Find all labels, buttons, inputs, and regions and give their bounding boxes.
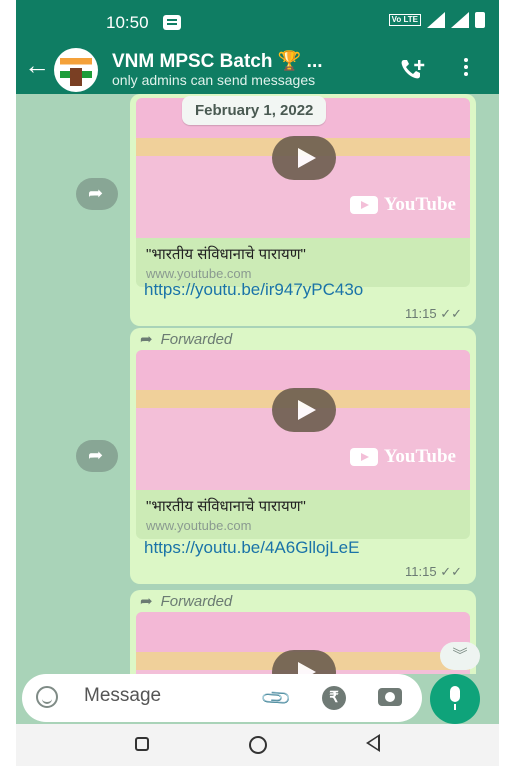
recents-icon[interactable]: [135, 737, 149, 751]
signal-icon: [427, 12, 445, 28]
play-icon[interactable]: [272, 388, 336, 432]
mic-button[interactable]: [430, 674, 480, 724]
battery-icon: [475, 12, 485, 28]
play-icon[interactable]: [272, 650, 336, 674]
group-subtitle: only admins can send messages: [112, 72, 316, 88]
emoji-icon[interactable]: [36, 686, 58, 708]
message-time: 11:15 ✓✓: [405, 306, 462, 321]
preview-title: "भारतीय संविधानाचे पारायण": [146, 246, 306, 263]
video-thumbnail[interactable]: YouTube: [136, 350, 470, 490]
chat-area[interactable]: YouTube "भारतीय संविधानाचे पारायण" www.y…: [16, 94, 499, 674]
preview-site: www.youtube.com: [146, 518, 252, 533]
volte-icon: Vo LTE: [388, 14, 421, 26]
video-thumbnail[interactable]: [136, 612, 470, 674]
youtube-logo-icon: YouTube: [349, 194, 456, 216]
attach-icon[interactable]: 📎: [259, 681, 294, 716]
emblem-icon: [70, 68, 82, 86]
message-link[interactable]: https://youtu.be/ir947yPC43o: [144, 280, 363, 300]
status-bar: 10:50 Vo LTE: [16, 0, 499, 44]
link-preview[interactable]: YouTube "भारतीय संविधानाचे पारायण" www.y…: [136, 350, 470, 539]
nav-back-icon[interactable]: [366, 734, 380, 752]
camera-icon[interactable]: [378, 688, 402, 706]
whatsapp-screen: 10:50 Vo LTE ← VNM MPSC Batch 🏆 ... only…: [16, 0, 499, 766]
signal-icon-2: [451, 12, 469, 28]
message-time: 11:15 ✓✓: [405, 564, 462, 579]
home-icon[interactable]: [249, 736, 267, 754]
forwarded-label: ➦ Forwarded: [140, 331, 233, 348]
link-preview[interactable]: YouTube "भारतीय संविधानाचे पारायण" www.y…: [136, 98, 470, 287]
chat-header: ← VNM MPSC Batch 🏆 ... only admins can s…: [16, 44, 499, 94]
group-avatar[interactable]: [54, 48, 98, 92]
message-link[interactable]: https://youtu.be/4A6GllojLeE: [144, 538, 359, 558]
message-bubble[interactable]: ➦ Forwarded YouTube "भारतीय संविधानाचे पा…: [130, 328, 476, 584]
message-composer: 📎 ₹: [22, 674, 422, 722]
youtube-logo-icon: YouTube: [349, 446, 456, 468]
rupee-icon[interactable]: ₹: [322, 686, 346, 710]
forwarded-icon: ➦: [140, 331, 153, 348]
date-chip: February 1, 2022: [182, 96, 327, 125]
status-icons: Vo LTE: [388, 12, 485, 28]
share-icon[interactable]: [76, 178, 118, 210]
message-input[interactable]: [82, 684, 246, 708]
message-bubble[interactable]: ➦ Forwarded: [130, 590, 476, 674]
forwarded-label: ➦ Forwarded: [140, 593, 233, 610]
back-arrow-icon[interactable]: ←: [24, 52, 50, 78]
preview-title: "भारतीय संविधानाचे पारायण": [146, 498, 306, 515]
add-call-icon[interactable]: [400, 58, 426, 80]
play-icon[interactable]: [272, 136, 336, 180]
more-options-icon[interactable]: [464, 58, 468, 76]
system-nav-bar: [16, 724, 499, 766]
scroll-down-icon[interactable]: ︾: [440, 642, 480, 670]
share-icon[interactable]: [76, 440, 118, 472]
status-time: 10:50: [106, 13, 149, 32]
group-title[interactable]: VNM MPSC Batch 🏆 ...: [112, 49, 323, 73]
mic-icon: [450, 686, 460, 702]
link-preview[interactable]: [136, 612, 470, 674]
forwarded-icon: ➦: [140, 593, 153, 610]
message-notification-icon: [163, 15, 181, 30]
message-bubble[interactable]: YouTube "भारतीय संविधानाचे पारायण" www.y…: [130, 94, 476, 326]
